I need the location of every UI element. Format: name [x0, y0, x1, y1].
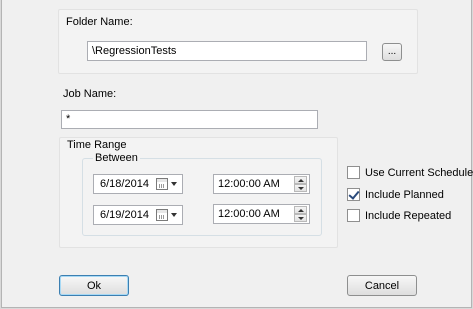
include-repeated-option[interactable]: Include Repeated — [347, 209, 451, 222]
start-date-value: 6/18/2014 — [100, 178, 149, 190]
start-time-value: 12:00:00 AM — [218, 178, 280, 190]
spin-down-icon[interactable] — [294, 184, 307, 192]
spin-up-icon[interactable] — [294, 176, 307, 184]
start-date-picker[interactable]: 6/18/2014 — [93, 174, 183, 194]
time-range-label: Time Range — [67, 139, 127, 151]
chevron-down-icon — [171, 182, 177, 186]
dialog: Folder Name: \RegressionTests ... Job Na… — [1, 0, 473, 308]
calendar-icon — [156, 209, 168, 221]
include-planned-option[interactable]: Include Planned — [347, 188, 444, 201]
end-date-picker[interactable]: 6/19/2014 — [93, 205, 183, 225]
cancel-button[interactable]: Cancel — [347, 275, 417, 296]
folder-name-input[interactable]: \RegressionTests — [87, 41, 367, 61]
chevron-down-icon — [171, 213, 177, 217]
end-time-value: 12:00:00 AM — [218, 208, 280, 220]
job-name-input[interactable]: * — [61, 110, 318, 129]
use-current-schedule-label: Use Current Schedule — [365, 166, 473, 179]
end-date-value: 6/19/2014 — [100, 209, 149, 221]
job-name-label: Job Name: — [63, 88, 117, 100]
end-time-picker[interactable]: 12:00:00 AM — [213, 204, 310, 224]
include-planned-label: Include Planned — [365, 188, 444, 201]
include-repeated-label: Include Repeated — [365, 209, 452, 222]
end-time-spinner[interactable] — [294, 206, 307, 222]
spin-down-icon[interactable] — [294, 214, 307, 222]
start-time-spinner[interactable] — [294, 176, 307, 192]
folder-name-label: Folder Name: — [66, 16, 133, 28]
include-planned-checkbox[interactable] — [347, 188, 360, 201]
use-current-schedule-checkbox[interactable] — [347, 166, 360, 179]
include-repeated-checkbox[interactable] — [347, 209, 360, 222]
ok-button[interactable]: Ok — [59, 275, 129, 296]
between-label: Between — [93, 152, 140, 164]
start-time-picker[interactable]: 12:00:00 AM — [213, 174, 310, 194]
calendar-icon — [156, 178, 168, 190]
use-current-schedule-option[interactable]: Use Current Schedule — [347, 166, 473, 179]
spin-up-icon[interactable] — [294, 206, 307, 214]
browse-folder-button[interactable]: ... — [382, 43, 402, 61]
